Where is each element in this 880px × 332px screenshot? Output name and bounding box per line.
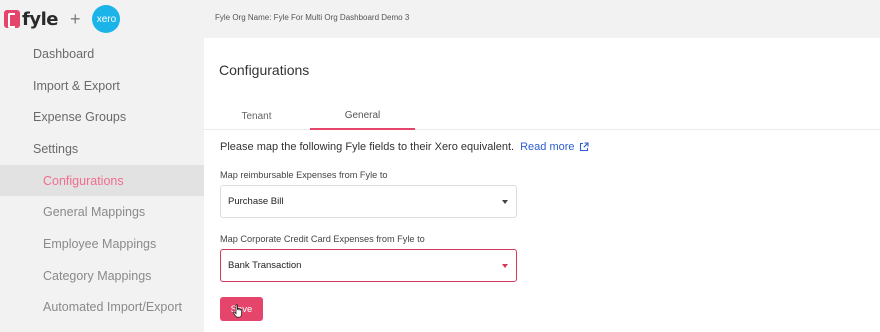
chevron-down-icon	[502, 200, 508, 204]
brand-logos: fyle + xero	[0, 0, 204, 38]
sidebar-item-category-mappings[interactable]: Category Mappings	[0, 260, 204, 292]
main-content: Configurations Tenant General Please map…	[204, 38, 880, 332]
sidebar-item-expense-groups[interactable]: Expense Groups	[0, 101, 204, 133]
mapping-instructions: Please map the following Fyle fields to …	[220, 141, 589, 153]
sidebar-item-automated-import-export[interactable]: Automated Import/Export	[0, 292, 204, 324]
ccc-expenses-select[interactable]: Bank Transaction	[220, 249, 517, 282]
page-title: Configurations	[219, 62, 310, 78]
plus-separator: +	[69, 8, 81, 29]
sidebar-item-employee-mappings[interactable]: Employee Mappings	[0, 228, 204, 260]
top-bar: fyle + xero Fyle Org Name: Fyle For Mult…	[0, 0, 880, 38]
instruction-text: Please map the following Fyle fields to …	[220, 141, 515, 153]
sidebar-item-import-export[interactable]: Import & Export	[0, 70, 204, 102]
xero-logo-icon: xero	[92, 5, 121, 33]
hand-pointer-cursor-icon	[232, 304, 244, 323]
reimbursable-expenses-value: Purchase Bill	[228, 196, 284, 207]
fyle-wordmark: fyle	[22, 8, 58, 30]
reimbursable-expenses-select[interactable]: Purchase Bill	[220, 185, 517, 218]
external-link-icon	[579, 142, 589, 152]
tab-bar: Tenant General	[204, 103, 880, 130]
chevron-down-icon	[502, 264, 508, 268]
ccc-expenses-label: Map Corporate Credit Card Expenses from …	[220, 234, 425, 244]
reimbursable-expenses-label: Map reimbursable Expenses from Fyle to	[220, 170, 388, 180]
sidebar-item-settings[interactable]: Settings	[0, 133, 204, 165]
ccc-expenses-value: Bank Transaction	[228, 260, 302, 271]
org-name: Fyle Org Name: Fyle For Multi Org Dashbo…	[215, 12, 410, 22]
read-more-label: Read more	[520, 141, 575, 153]
sidebar-item-dashboard[interactable]: Dashboard	[0, 38, 204, 70]
read-more-link[interactable]: Read more	[520, 141, 589, 153]
fyle-logo-icon	[4, 10, 20, 28]
tab-tenant[interactable]: Tenant	[204, 103, 309, 130]
sidebar-item-configurations[interactable]: Configurations	[0, 164, 204, 197]
sidebar-item-general-mappings[interactable]: General Mappings	[0, 196, 204, 228]
tab-general[interactable]: General	[310, 103, 415, 130]
sidebar: Dashboard Import & Export Expense Groups…	[0, 38, 204, 332]
